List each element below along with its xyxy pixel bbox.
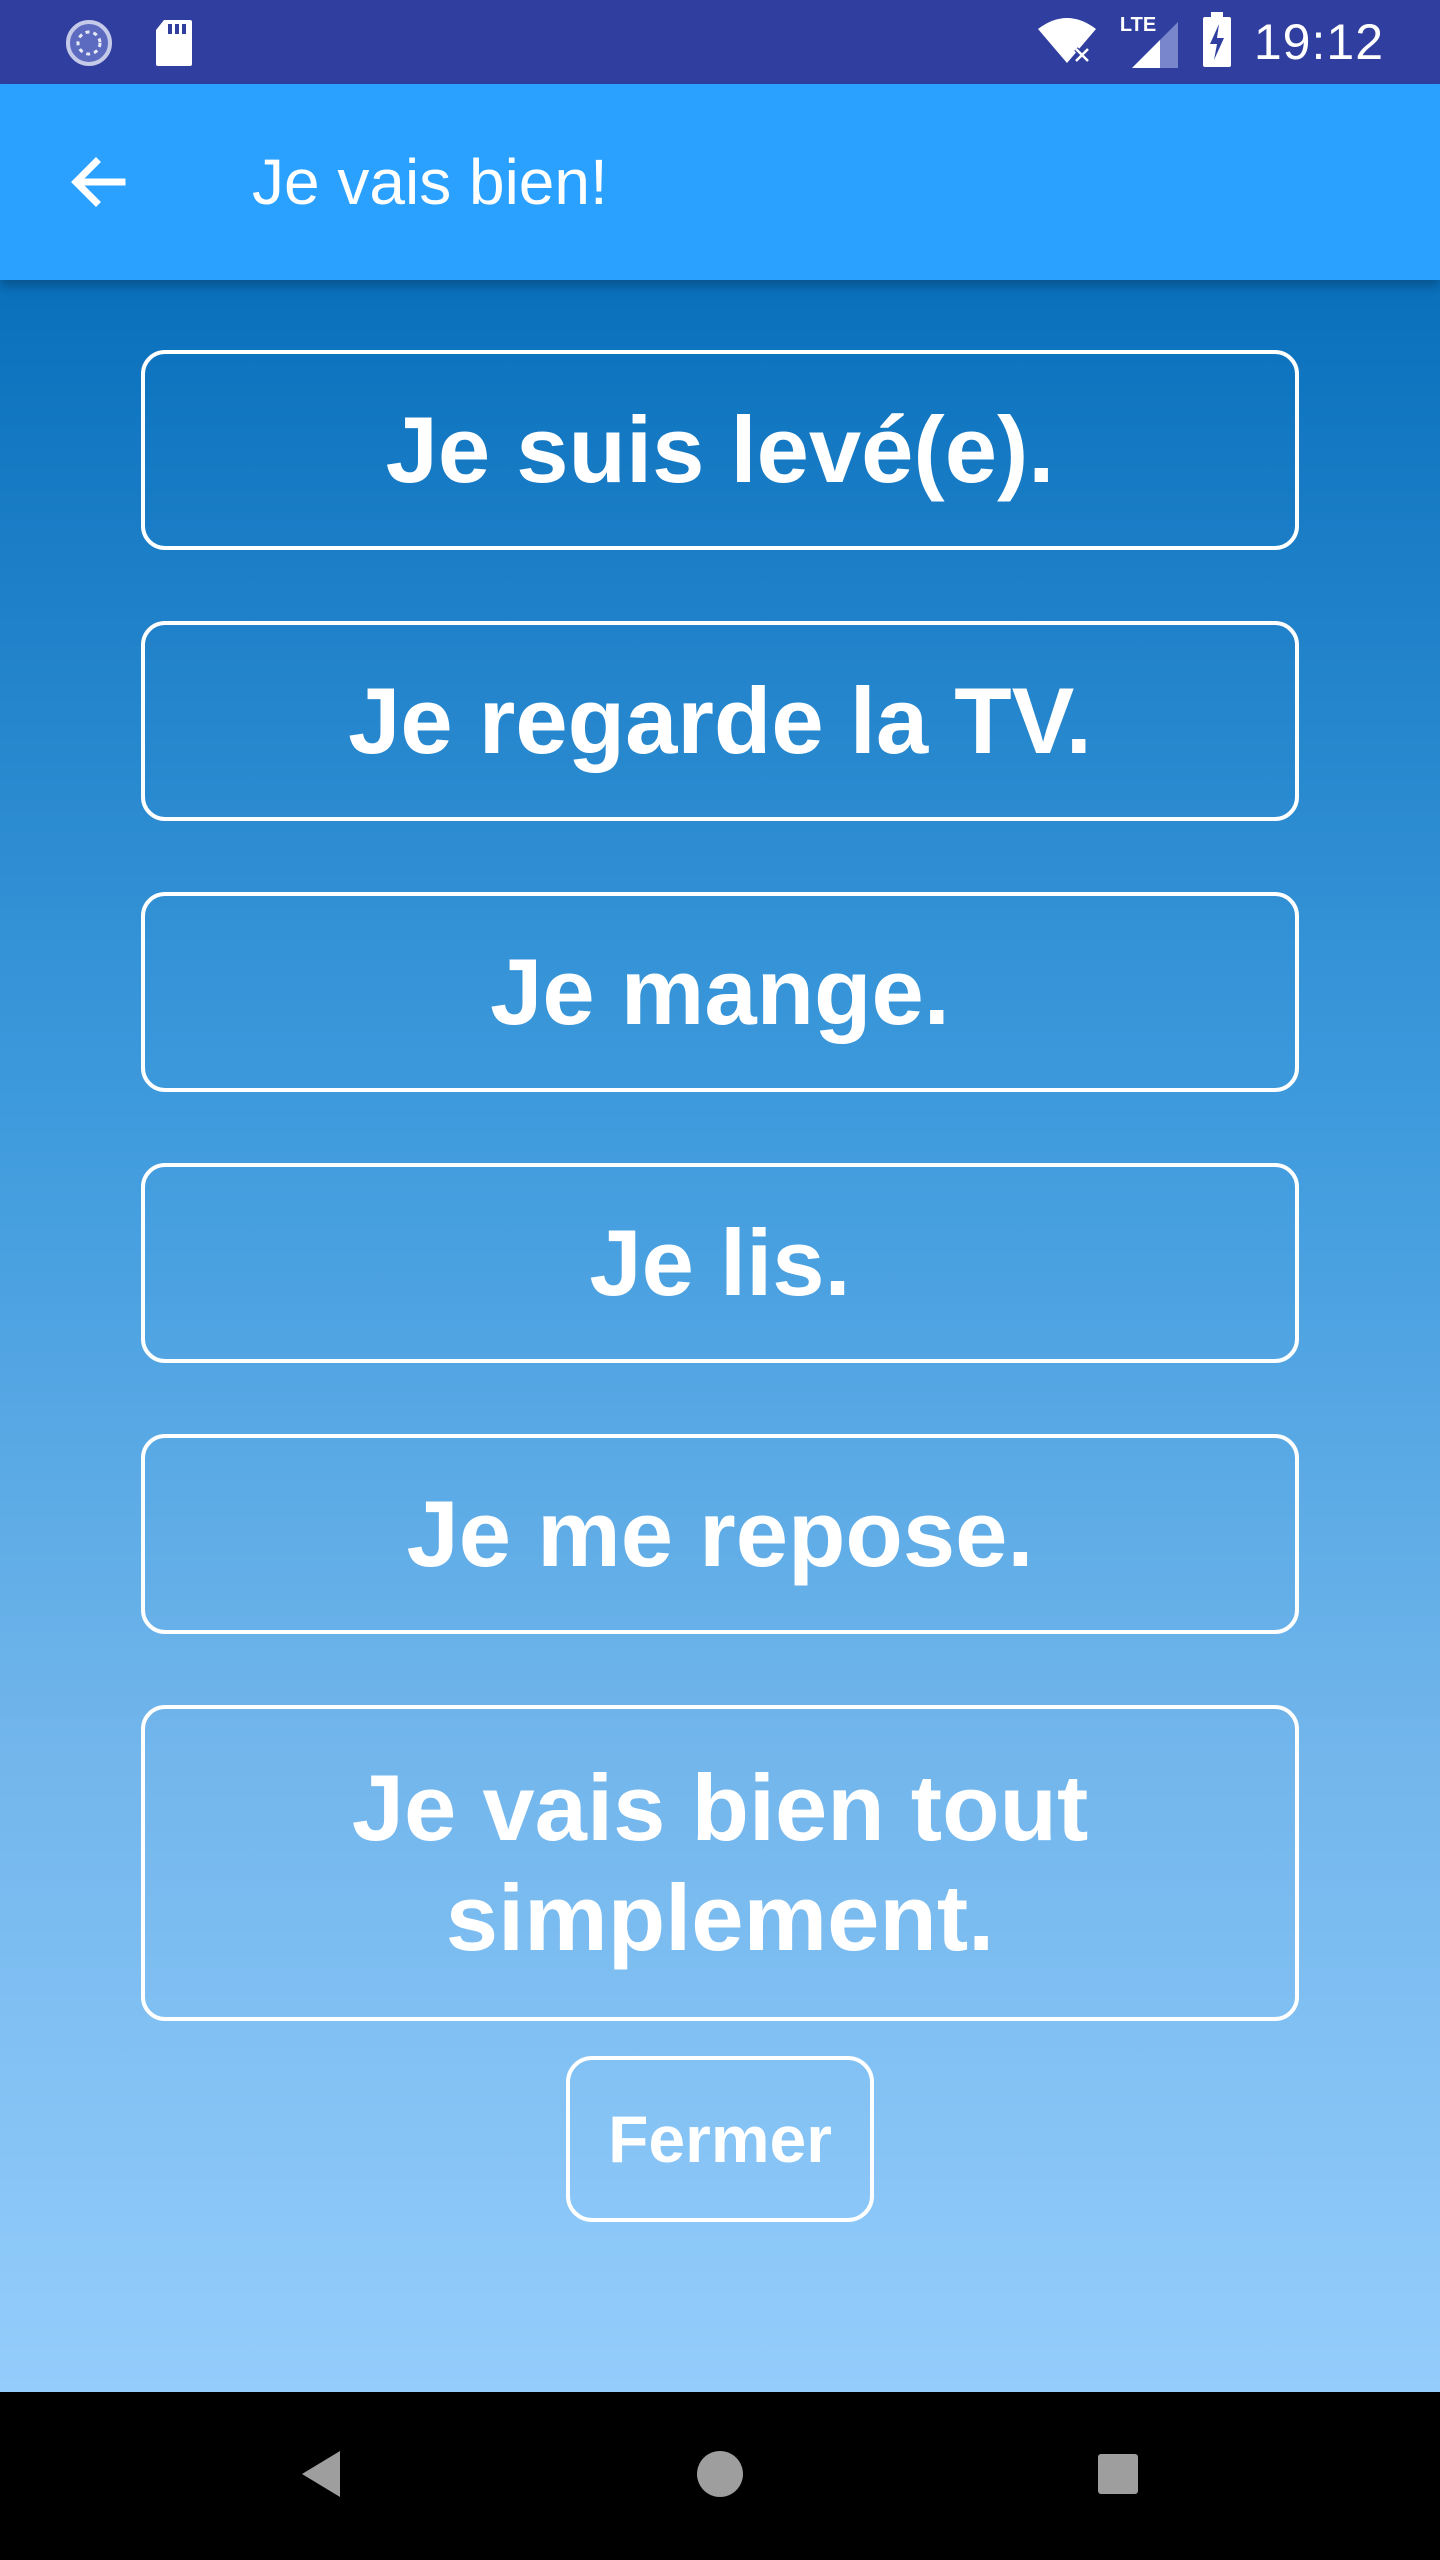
cell-signal-icon: LTE — [1120, 14, 1180, 70]
status-bar: LTE 19:12 — [0, 0, 1440, 84]
wifi-icon — [1036, 15, 1098, 70]
arrow-back-icon — [66, 150, 130, 219]
back-button[interactable] — [56, 142, 140, 226]
choice-button-mange[interactable]: Je mange. — [141, 892, 1299, 1092]
choice-button-repose[interactable]: Je me repose. — [141, 1434, 1299, 1634]
choice-label: Je lis. — [589, 1210, 851, 1315]
nav-back-icon — [296, 2447, 344, 2506]
status-time: 19:12 — [1253, 14, 1384, 70]
status-right: LTE 19:12 — [1036, 0, 1384, 84]
nav-home-button[interactable] — [680, 2436, 760, 2516]
nav-back-button[interactable] — [280, 2436, 360, 2516]
choice-label: Je mange. — [490, 939, 950, 1044]
close-button[interactable]: Fermer — [566, 2056, 874, 2222]
choice-button-lis[interactable]: Je lis. — [141, 1163, 1299, 1363]
page-title: Je vais bien! — [252, 146, 608, 218]
choices-panel: Je suis levé(e). Je regarde la TV. Je ma… — [0, 280, 1440, 2392]
choice-label: Je me repose. — [406, 1481, 1034, 1586]
choice-label: Je vais bien tout simplement. — [351, 1755, 1089, 1970]
screen: LTE 19:12 Je vais bien! Je suis levé(e).… — [0, 0, 1440, 2560]
choice-button-vais-bien[interactable]: Je vais bien tout simplement. — [141, 1705, 1299, 2021]
app-bar: Je vais bien! — [0, 84, 1440, 280]
nav-recents-icon — [1096, 2452, 1140, 2501]
choice-label: Je regarde la TV. — [348, 668, 1092, 773]
battery-charging-icon — [1202, 11, 1232, 73]
choice-button-tv[interactable]: Je regarde la TV. — [141, 621, 1299, 821]
sync-icon — [64, 18, 114, 73]
nav-home-icon — [695, 2449, 745, 2504]
sd-card-icon — [154, 18, 194, 73]
choice-label: Je suis levé(e). — [385, 397, 1055, 502]
navigation-bar — [0, 2392, 1440, 2560]
nav-recents-button[interactable] — [1078, 2436, 1158, 2516]
choice-button-leve[interactable]: Je suis levé(e). — [141, 350, 1299, 550]
